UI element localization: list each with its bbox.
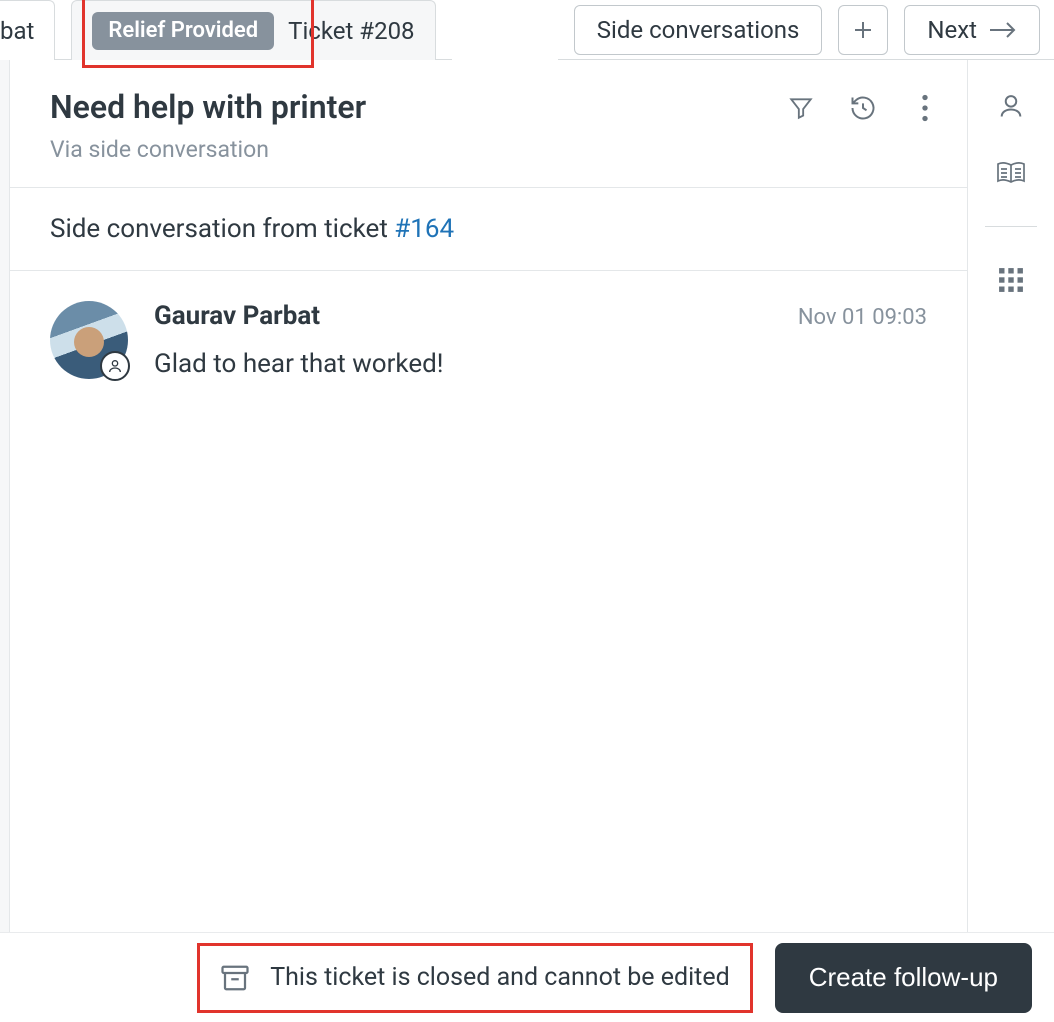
tab-strip: bat Relief Provided Ticket #208 Side con… xyxy=(0,0,1054,60)
message-time: Nov 01 09:03 xyxy=(798,305,927,330)
side-conversation-source: Side conversation from ticket #164 xyxy=(10,188,967,271)
tab-label-active: Ticket #208 xyxy=(288,17,414,45)
topbar-right: Side conversations Next xyxy=(574,0,1054,59)
header-actions xyxy=(787,94,939,122)
history-icon[interactable] xyxy=(849,94,877,122)
ticket-subtitle: Via side conversation xyxy=(50,136,771,163)
right-rail xyxy=(968,60,1054,932)
apps-grid-icon[interactable] xyxy=(998,267,1024,293)
create-followup-button[interactable]: Create follow-up xyxy=(775,943,1032,1013)
source-prefix: Side conversation from ticket xyxy=(50,214,394,244)
conversation-message: Gaurav Parbat Nov 01 09:03 Glad to hear … xyxy=(10,271,967,409)
avatar[interactable] xyxy=(50,301,128,379)
main-area: Need help with printer Via side conversa… xyxy=(0,60,1054,932)
tab-label-partial: bat xyxy=(0,17,34,45)
ticket-content: Need help with printer Via side conversa… xyxy=(10,60,968,932)
more-icon[interactable] xyxy=(911,94,939,122)
message-author: Gaurav Parbat xyxy=(154,301,320,331)
closed-banner-text: This ticket is closed and cannot be edit… xyxy=(270,963,729,992)
knowledge-icon[interactable] xyxy=(996,160,1026,186)
arrow-right-icon xyxy=(989,22,1017,38)
tab-previous-partial[interactable]: bat xyxy=(0,0,55,60)
left-gutter xyxy=(0,60,10,932)
next-label: Next xyxy=(927,16,977,44)
role-badge-icon xyxy=(100,351,130,381)
archive-icon xyxy=(220,964,250,992)
source-ticket-link[interactable]: #164 xyxy=(394,214,454,244)
plus-icon xyxy=(853,20,873,40)
tab-spacer xyxy=(452,0,558,60)
side-conversations-button[interactable]: Side conversations xyxy=(574,5,823,55)
user-profile-icon[interactable] xyxy=(997,92,1025,120)
add-side-conversation-button[interactable] xyxy=(838,5,888,55)
ticket-title: Need help with printer xyxy=(50,88,771,126)
filter-icon[interactable] xyxy=(787,94,815,122)
next-button[interactable]: Next xyxy=(904,5,1040,55)
tab-ticket-active[interactable]: Relief Provided Ticket #208 xyxy=(71,0,435,60)
rail-divider xyxy=(985,226,1037,227)
message-text: Glad to hear that worked! xyxy=(154,349,927,379)
footer: This ticket is closed and cannot be edit… xyxy=(0,932,1054,1022)
side-conversations-label: Side conversations xyxy=(597,16,800,44)
status-badge: Relief Provided xyxy=(92,12,274,50)
ticket-header: Need help with printer Via side conversa… xyxy=(10,60,967,188)
closed-banner: This ticket is closed and cannot be edit… xyxy=(197,943,752,1013)
